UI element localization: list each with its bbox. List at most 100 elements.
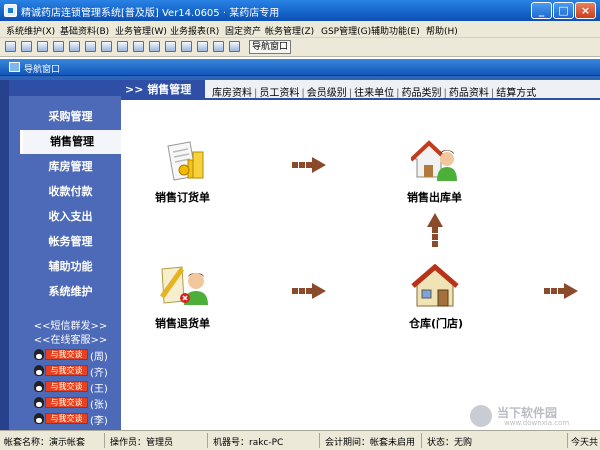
qq-icon	[34, 413, 44, 424]
sidebar-item-system[interactable]: 系统维护	[20, 280, 121, 304]
sales-order-label[interactable]: 销售订货单	[155, 189, 210, 205]
sidebar-item-auxiliary[interactable]: 辅助功能	[20, 255, 121, 279]
contact-name: (张)	[90, 400, 108, 411]
settings-icon[interactable]	[213, 41, 224, 52]
separator: |	[348, 88, 353, 99]
nav-window-titlebar: 导航窗口	[0, 59, 600, 76]
window-title: 精诚药店连锁管理系统[普及版] Ver14.0605 · 某药店专用	[21, 8, 280, 19]
sidebar-item-sales[interactable]: 销售管理	[20, 130, 121, 154]
toolbar-icon[interactable]	[149, 41, 160, 52]
separator: |	[254, 88, 258, 99]
sidebar-item-income[interactable]: 收入支出	[20, 205, 121, 229]
warehouse-icon[interactable]	[411, 264, 459, 308]
toolbar-icon[interactable]	[85, 41, 96, 52]
maximize-button[interactable]: □	[553, 2, 574, 19]
status-bar: 帐套名称：演示帐套 操作员：管理员 机器号：rakc-PC 会计期间：帐套未启用…	[0, 430, 600, 450]
sales-order-icon[interactable]	[164, 140, 208, 182]
right-arrow-icon	[292, 283, 326, 299]
sales-return-icon[interactable]	[158, 265, 210, 307]
toolbar-icon[interactable]	[37, 41, 48, 52]
watermark-logo-icon	[470, 405, 492, 427]
exit-icon[interactable]	[229, 41, 240, 52]
contact-name: (李)	[90, 416, 108, 427]
quick-links: 库房资料 | 员工资料 | 会员级别 | 往来单位 | 药品类别 | 药品资料 | 结算方式	[212, 84, 536, 99]
separator: |	[301, 88, 305, 99]
contact-name: (王)	[90, 384, 108, 395]
help-icon[interactable]	[197, 41, 208, 52]
toolbar-icon[interactable]	[133, 41, 144, 52]
qq-icon	[34, 397, 44, 408]
window-icon	[9, 62, 20, 72]
contact-name: (周)	[90, 352, 108, 363]
menu-system[interactable]: 系统维护(X)	[6, 24, 55, 37]
nav-window-title: 导航窗口	[24, 65, 61, 75]
warehouse-label[interactable]: 仓库(门店)	[409, 315, 463, 331]
menu-auxiliary[interactable]: 辅助功能(E)	[371, 24, 420, 37]
separator: |	[490, 88, 495, 99]
menu-reports[interactable]: 业务报表(R)	[170, 24, 219, 37]
status-machine: 机器号：rakc-PC	[213, 438, 284, 448]
chat-badge[interactable]: 与我交谈	[45, 349, 88, 360]
toolbar-icon[interactable]	[53, 41, 64, 52]
app-icon	[4, 4, 17, 17]
status-today: 今天共	[571, 438, 599, 448]
status-period: 会计期间：帐套未启用	[325, 438, 416, 448]
link-settlement[interactable]: 结算方式	[496, 84, 536, 99]
link-staff-data[interactable]: 员工资料	[259, 84, 299, 99]
contact-name: (齐)	[90, 368, 108, 379]
menu-gsp[interactable]: GSP管理(G)	[321, 24, 371, 37]
sidebar-strip	[0, 80, 9, 430]
toolbar-icon[interactable]	[5, 41, 16, 52]
menu-bar: 系统维护(X) 基础资料(B) 业务管理(W) 业务报表(R) 固定资产 帐务管…	[0, 21, 600, 38]
current-module: >> 销售管理	[121, 80, 205, 100]
link-partners[interactable]: 往来单位	[354, 84, 394, 99]
sales-return-label[interactable]: 销售退货单	[155, 315, 210, 331]
link-member-level[interactable]: 会员级别	[307, 84, 347, 99]
status-operator: 操作员：管理员	[110, 438, 174, 448]
chat-badge[interactable]: 与我交谈	[45, 365, 88, 376]
close-button[interactable]: ×	[575, 2, 596, 19]
save-icon[interactable]	[165, 41, 176, 52]
sms-link[interactable]: <<短信群发>>	[20, 317, 121, 332]
chat-badge[interactable]: 与我交谈	[45, 381, 88, 392]
sidebar-item-payments[interactable]: 收款付款	[20, 180, 121, 204]
sidebar-item-purchase[interactable]: 采购管理	[20, 105, 121, 129]
chat-badge[interactable]: 与我交谈	[45, 413, 88, 424]
minimize-button[interactable]: _	[531, 2, 552, 19]
qq-icon	[34, 365, 44, 376]
separator: |	[396, 88, 400, 99]
module-tabbar: >> 销售管理 库房资料 | 员工资料 | 会员级别 | 往来单位 | 药品类别 | 药品资料 | 结算…	[121, 80, 600, 100]
toolbar-icon[interactable]	[117, 41, 128, 52]
watermark: 当下软件园 www.downxia.com	[470, 404, 595, 430]
link-drug-category[interactable]: 药品类别	[402, 84, 442, 99]
sidebar-item-warehouse[interactable]: 库房管理	[20, 155, 121, 179]
right-arrow-icon	[544, 283, 578, 299]
menu-help[interactable]: 帮助(H)	[426, 24, 458, 37]
status-state: 状态：无购	[427, 438, 473, 448]
sales-outbound-icon[interactable]	[411, 139, 459, 183]
title-bar: 精诚药店连锁管理系统[普及版] Ver14.0605 · 某药店专用 _ □ ×	[0, 0, 600, 21]
qq-icon	[34, 349, 44, 360]
watermark-url: www.downxia.com	[504, 419, 570, 427]
menu-basic-data[interactable]: 基础资料(B)	[60, 24, 109, 37]
sales-outbound-label[interactable]: 销售出库单	[407, 189, 462, 205]
menu-accounts[interactable]: 帐务管理(Z)	[265, 24, 314, 37]
menu-business[interactable]: 业务管理(W)	[115, 24, 167, 37]
chat-badge[interactable]: 与我交谈	[45, 397, 88, 408]
qq-icon	[34, 381, 44, 392]
toolbar-icon[interactable]	[69, 41, 80, 52]
toolbar-icon[interactable]	[101, 41, 112, 52]
up-arrow-icon	[427, 213, 443, 247]
link-warehouse-data[interactable]: 库房资料	[212, 84, 252, 99]
sidebar-header	[9, 80, 121, 96]
toolbar-icon[interactable]	[21, 41, 32, 52]
link-drug-data[interactable]: 药品资料	[449, 84, 489, 99]
nav-window-button[interactable]: 导航窗口	[249, 40, 291, 54]
right-arrow-icon	[292, 157, 326, 173]
menu-fixed-assets[interactable]: 固定资产	[225, 24, 261, 37]
sidebar-item-accounts[interactable]: 帐务管理	[20, 230, 121, 254]
online-service-link[interactable]: <<在线客服>>	[20, 331, 121, 346]
print-icon[interactable]	[181, 41, 192, 52]
status-account: 帐套名称：演示帐套	[4, 438, 86, 448]
separator: |	[443, 88, 447, 99]
